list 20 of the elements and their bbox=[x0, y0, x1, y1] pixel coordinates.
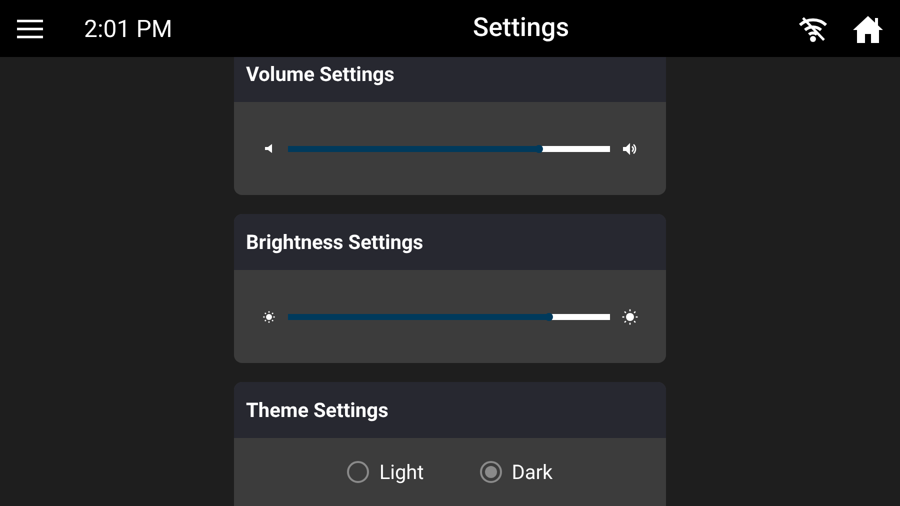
card-title: Theme Settings bbox=[246, 397, 388, 424]
radio-button[interactable] bbox=[347, 461, 370, 483]
card-title: Brightness Settings bbox=[246, 229, 424, 256]
small-sun-icon bbox=[263, 310, 275, 322]
clock-time: 2:01 PM bbox=[84, 14, 174, 44]
radio-button[interactable] bbox=[480, 461, 502, 483]
slider[interactable] bbox=[288, 314, 610, 320]
wifi-off-icon[interactable] bbox=[798, 14, 828, 42]
speaker-icon bbox=[265, 144, 273, 153]
speaker-loud-icon bbox=[623, 142, 637, 154]
radio-label: Dark bbox=[512, 459, 553, 486]
menu-icon[interactable] bbox=[16, 18, 44, 38]
slider-thumb[interactable] bbox=[535, 144, 544, 152]
card-title: Volume Settings bbox=[246, 61, 394, 88]
radio-label: Light bbox=[379, 459, 424, 486]
page-title: Settings bbox=[472, 12, 570, 45]
sun-icon bbox=[622, 308, 638, 324]
home-icon[interactable] bbox=[852, 14, 884, 44]
slider-thumb[interactable] bbox=[544, 312, 553, 320]
slider[interactable] bbox=[288, 146, 610, 152]
